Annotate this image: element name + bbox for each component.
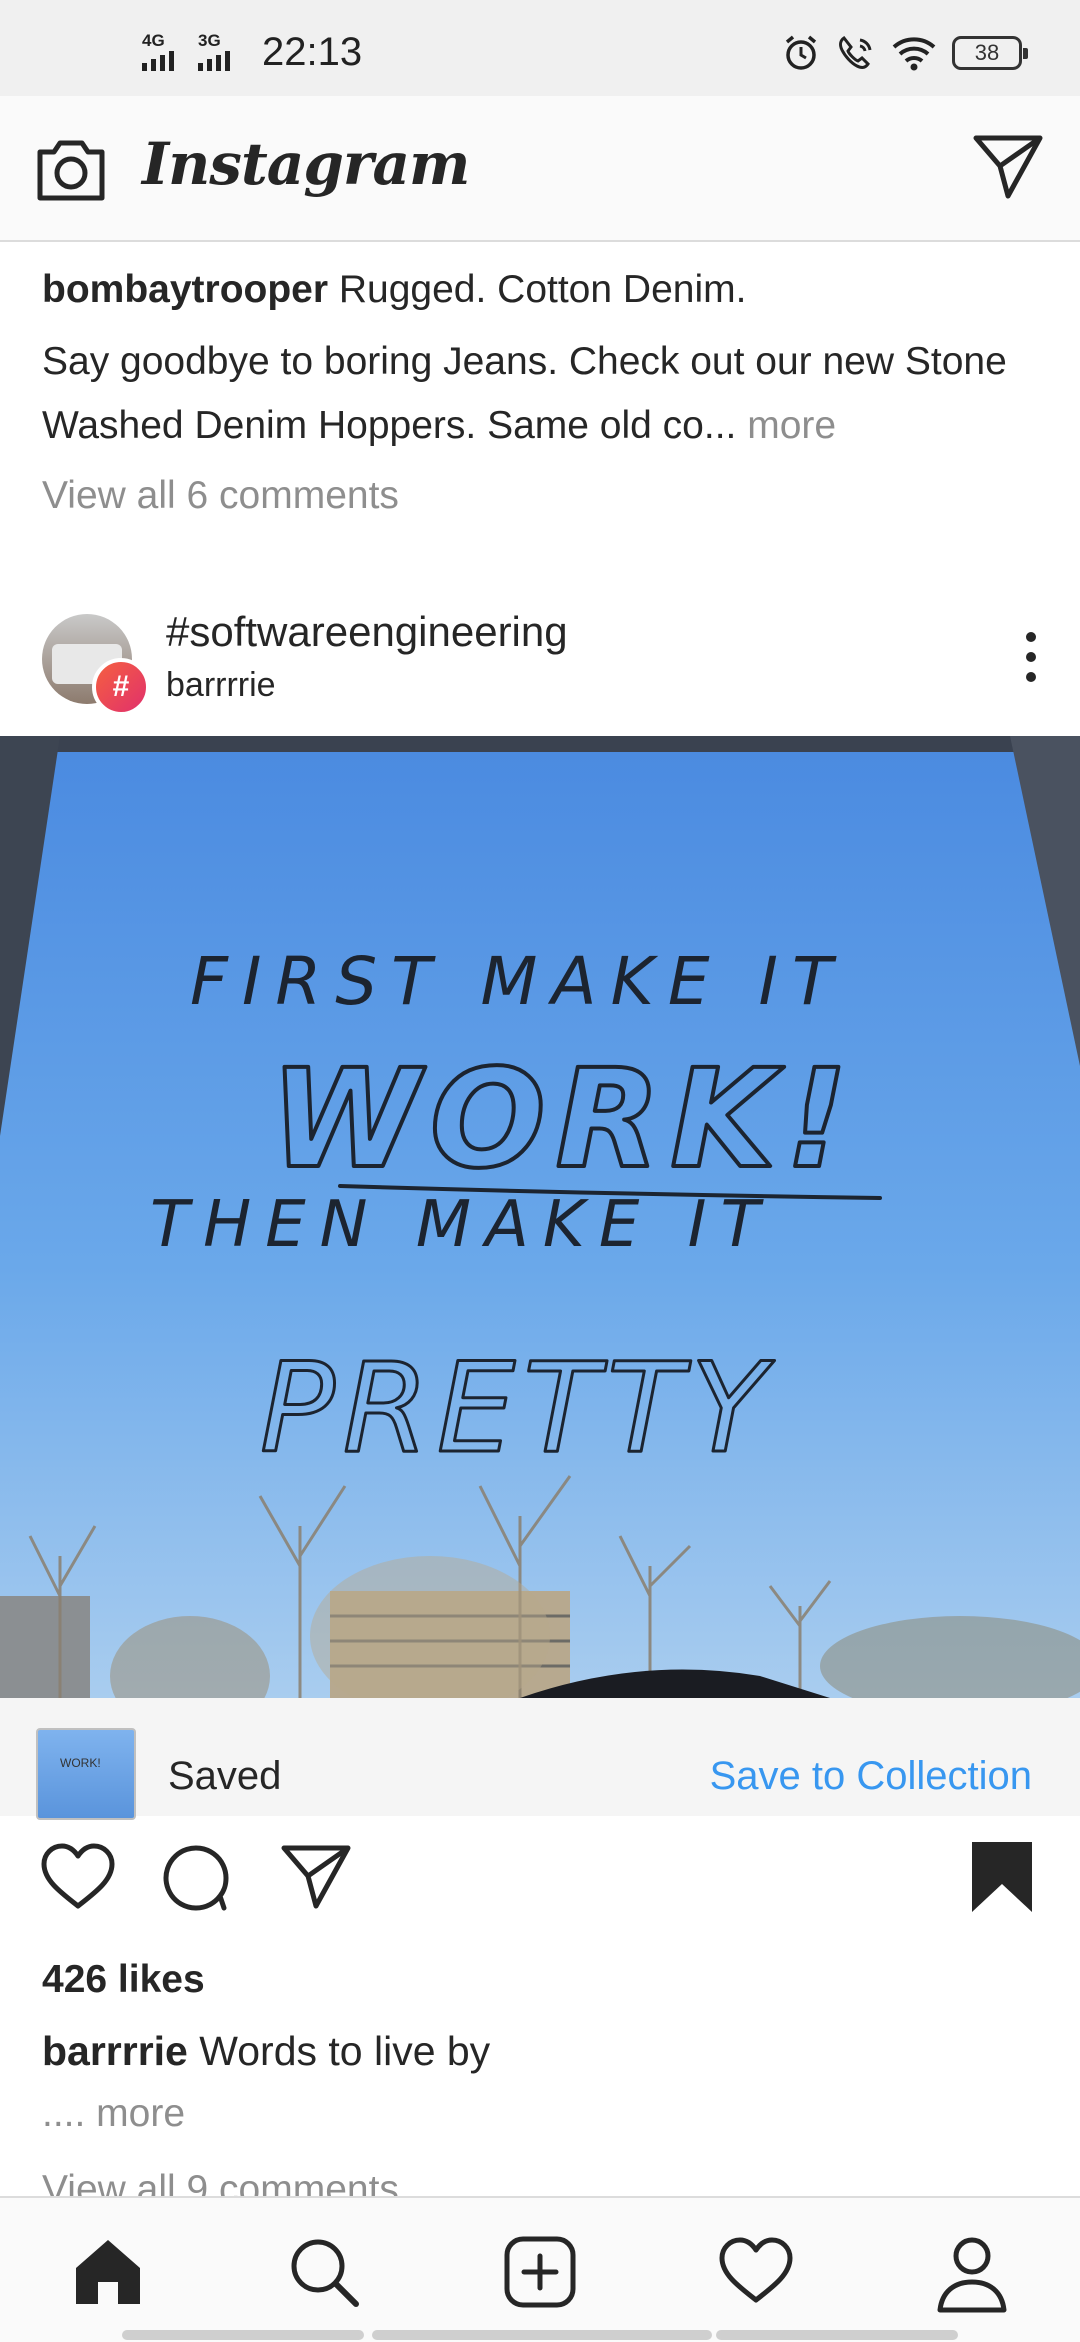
battery-icon: 38	[952, 36, 1028, 70]
previous-post-caption-body-wrap: Say goodbye to boring Jeans. Check out o…	[42, 330, 1042, 458]
new-post-icon[interactable]	[502, 2234, 578, 2310]
like-heart-icon[interactable]	[40, 1842, 116, 1912]
status-bar: 4G 3G 22:13 38	[0, 0, 1080, 96]
post-header: # #softwareengineering barrrrie	[0, 600, 1080, 730]
previous-post-more-link[interactable]: more	[747, 404, 836, 447]
previous-post-caption-line: bombaytrooper Rugged. Cotton Denim.	[42, 258, 1042, 322]
home-icon[interactable]	[70, 2234, 146, 2310]
post-hashtag-title[interactable]: #softwareengineering	[166, 608, 568, 656]
image-text-line-4: PRETTY	[260, 1337, 775, 1481]
saved-label: Saved	[168, 1754, 282, 1798]
bottom-nav	[0, 2196, 1080, 2342]
app-logo: Instagram	[142, 130, 470, 198]
image-text-line-1: FIRST MAKE IT	[190, 943, 846, 1020]
wifi-icon	[892, 37, 936, 71]
caption-text: Words to live by	[199, 2028, 491, 2074]
bookmark-icon[interactable]	[970, 1840, 1034, 1914]
status-left: 4G 3G 22:13	[142, 30, 362, 75]
post-actions	[0, 1840, 1080, 1930]
comment-icon[interactable]	[160, 1842, 232, 1914]
caption-username[interactable]: barrrrie	[42, 2028, 188, 2074]
previous-post-caption: bombaytrooper Rugged. Cotton Denim. Say …	[42, 258, 1042, 458]
search-icon[interactable]	[286, 2234, 362, 2310]
save-to-collection-button[interactable]: Save to Collection	[710, 1754, 1032, 1799]
likes-count[interactable]: 426 likes	[42, 1958, 205, 2002]
image-text-line-2: WORK!	[270, 1041, 858, 1199]
alarm-icon	[785, 35, 817, 70]
network-label-1: 4G	[142, 30, 165, 50]
signal-4g-icon: 4G	[142, 30, 188, 73]
signal-3g-icon: 3G	[198, 30, 244, 73]
camera-icon[interactable]	[34, 134, 108, 204]
activity-icon[interactable]	[718, 2234, 794, 2306]
saved-thumbnail-text: WORK!	[60, 1756, 101, 1770]
saved-thumbnail: WORK!	[36, 1728, 136, 1820]
clock: 22:13	[262, 30, 363, 74]
network-label-2: 3G	[198, 30, 221, 50]
app-bar: Instagram	[0, 96, 1080, 242]
caption-more-link[interactable]: .... more	[42, 2092, 185, 2136]
previous-post-username[interactable]: bombaytrooper	[42, 268, 328, 311]
gesture-bar-left	[122, 2330, 364, 2340]
direct-message-icon[interactable]	[972, 132, 1044, 200]
post-caption: barrrrie Words to live by	[42, 2028, 490, 2075]
image-text-line-3: THEN MAKE IT	[150, 1188, 774, 1262]
wifi-call-icon	[839, 35, 872, 69]
profile-icon[interactable]	[934, 2234, 1010, 2314]
post-image[interactable]: FIRST MAKE IT WORK! THEN MAKE IT PRETTY	[0, 736, 1080, 1698]
saved-bar: WORK! Saved Save to Collection	[0, 1698, 1080, 1820]
status-right: 38	[782, 34, 1028, 72]
previous-post-caption-body: Say goodbye to boring Jeans. Check out o…	[42, 340, 1007, 447]
previous-post-view-comments[interactable]: View all 6 comments	[42, 474, 399, 518]
more-options-icon[interactable]	[1026, 632, 1038, 682]
share-icon[interactable]	[280, 1844, 352, 1910]
previous-post-caption-title: Rugged. Cotton Denim.	[338, 268, 747, 311]
post-username[interactable]: barrrrie	[166, 666, 276, 705]
gesture-bar-center	[372, 2330, 712, 2340]
hashtag-badge-icon: #	[92, 658, 150, 716]
post-image-graphic: FIRST MAKE IT WORK! THEN MAKE IT PRETTY	[0, 736, 1080, 1698]
gesture-bar-right	[716, 2330, 958, 2340]
